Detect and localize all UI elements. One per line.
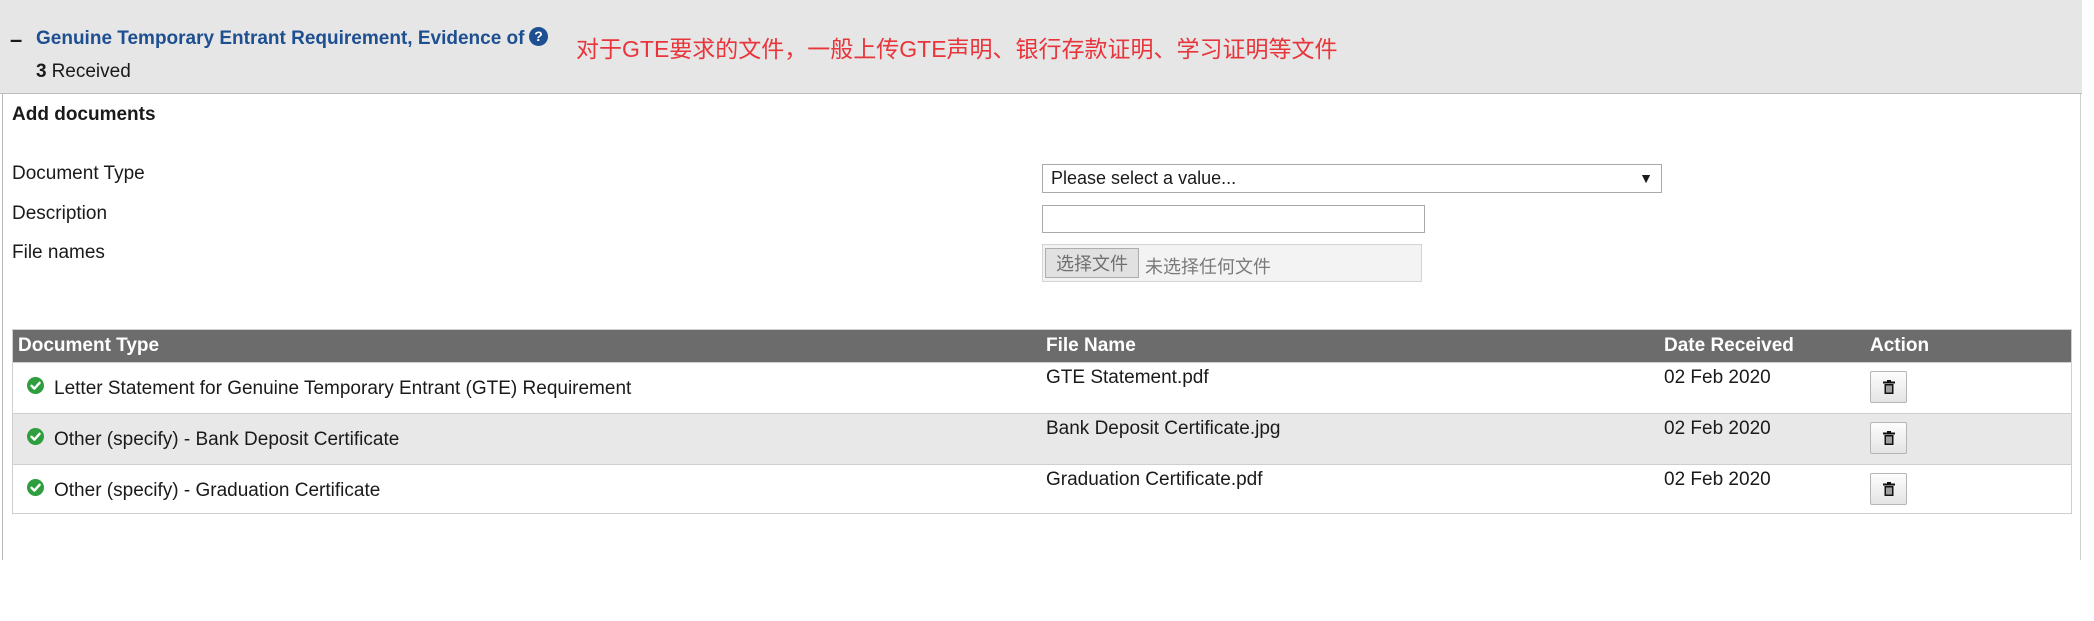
document-type-selected-value: Please select a value... bbox=[1051, 168, 1237, 188]
table-row: Other (specify) - Graduation Certificate… bbox=[13, 464, 2071, 515]
cell-date-received: 02 Feb 2020 bbox=[1664, 469, 1771, 490]
cell-file-name[interactable]: Bank Deposit Certificate.jpg bbox=[1046, 418, 1280, 440]
cell-date-received: 02 Feb 2020 bbox=[1664, 367, 1771, 388]
header-document-type[interactable]: Document Type bbox=[18, 335, 159, 357]
document-type-label: Document Type bbox=[12, 163, 145, 184]
header-date-received[interactable]: Date Received bbox=[1664, 335, 1794, 357]
header-action: Action bbox=[1870, 335, 1930, 356]
cell-document-type: Letter Statement for Genuine Temporary E… bbox=[54, 378, 632, 399]
table-header: Document Type File Name Date Received Ac… bbox=[13, 330, 2071, 362]
received-number: 3 bbox=[36, 61, 47, 82]
document-type-select[interactable]: Please select a value... ▼ bbox=[1042, 164, 1662, 193]
header-file-name[interactable]: File Name bbox=[1046, 335, 1136, 357]
check-circle-icon bbox=[27, 479, 44, 496]
delete-button[interactable] bbox=[1870, 473, 1907, 505]
documents-table: Document Type File Name Date Received Ac… bbox=[12, 329, 2072, 514]
choose-file-button[interactable]: 选择文件 bbox=[1045, 248, 1139, 278]
delete-button[interactable] bbox=[1870, 422, 1907, 454]
no-file-chosen-text: 未选择任何文件 bbox=[1145, 257, 1271, 277]
trash-icon bbox=[1883, 482, 1895, 496]
question-circle-icon[interactable]: ? bbox=[529, 27, 548, 46]
section-header: – Genuine Temporary Entrant Requirement,… bbox=[0, 0, 2082, 94]
trash-icon bbox=[1883, 431, 1895, 445]
file-names-label: File names bbox=[12, 242, 105, 263]
check-circle-icon bbox=[27, 428, 44, 445]
cell-file-name[interactable]: Graduation Certificate.pdf bbox=[1046, 469, 1263, 491]
trash-icon bbox=[1883, 380, 1895, 394]
table-row: Other (specify) - Bank Deposit Certifica… bbox=[13, 413, 2071, 464]
cell-document-type: Other (specify) - Bank Deposit Certifica… bbox=[54, 429, 400, 450]
description-label: Description bbox=[12, 203, 108, 224]
file-picker[interactable]: 选择文件 未选择任何文件 bbox=[1042, 244, 1422, 282]
cell-file-name[interactable]: GTE Statement.pdf bbox=[1046, 367, 1209, 389]
section-title[interactable]: Genuine Temporary Entrant Requirement, E… bbox=[36, 28, 524, 50]
check-circle-icon bbox=[27, 377, 44, 394]
collapse-toggle[interactable]: – bbox=[10, 29, 22, 51]
received-label: Received bbox=[51, 61, 131, 82]
cell-date-received: 02 Feb 2020 bbox=[1664, 418, 1771, 439]
delete-button[interactable] bbox=[1870, 371, 1907, 403]
cell-document-type: Other (specify) - Graduation Certificate bbox=[54, 480, 381, 501]
add-documents-title: Add documents bbox=[12, 104, 156, 125]
received-count: 3 Received bbox=[36, 61, 131, 83]
description-input[interactable] bbox=[1042, 205, 1425, 233]
table-row: Letter Statement for Genuine Temporary E… bbox=[13, 362, 2071, 413]
annotation-note: 对于GTE要求的文件，一般上传GTE声明、银行存款证明、学习证明等文件 bbox=[576, 36, 1338, 62]
dropdown-arrow-icon: ▼ bbox=[1639, 170, 1653, 186]
